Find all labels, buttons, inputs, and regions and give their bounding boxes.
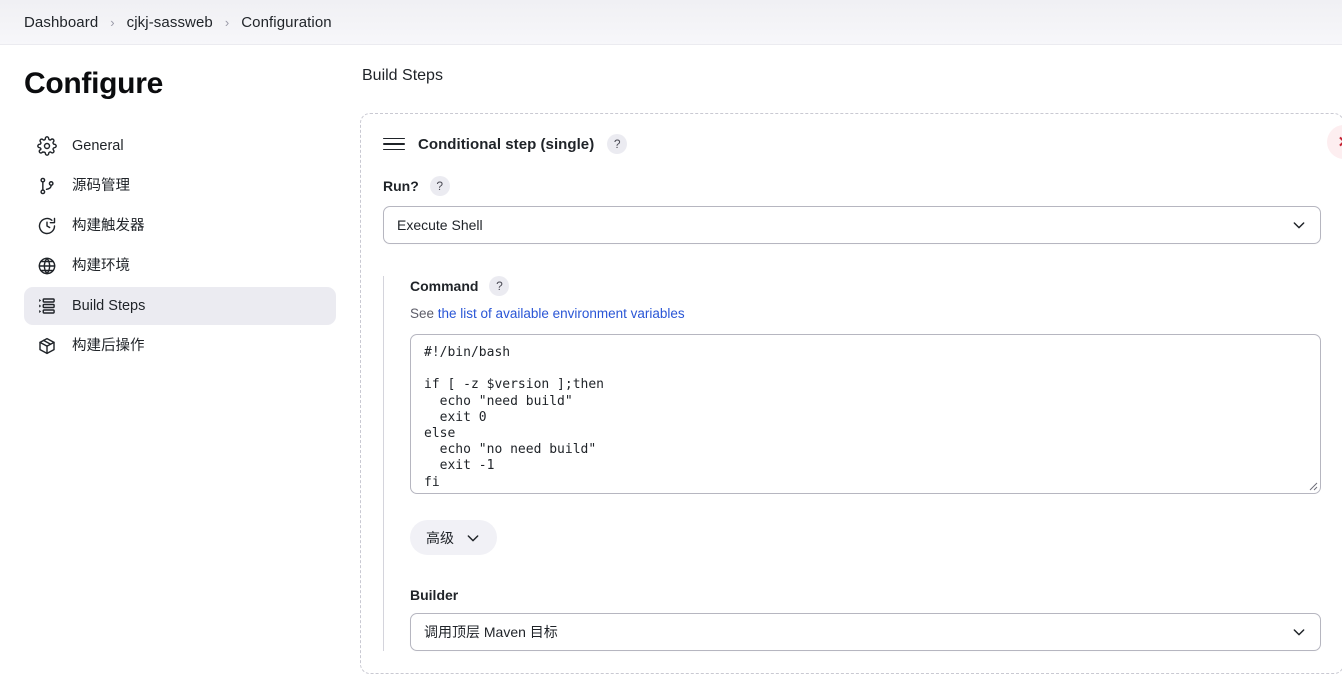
drag-handle-icon[interactable]	[383, 136, 405, 152]
chevron-down-icon	[1293, 222, 1305, 229]
chevron-down-icon	[1293, 629, 1305, 636]
sidebar-item-label: General	[72, 137, 124, 154]
run-condition-select[interactable]: Execute Shell	[383, 206, 1321, 244]
help-icon[interactable]: ?	[429, 176, 450, 196]
sidebar-item-label: 源码管理	[72, 177, 130, 194]
main-content: Build Steps ✕ Conditional step (single) …	[360, 45, 1342, 687]
breadcrumb-item-configuration[interactable]: Configuration	[241, 14, 332, 31]
builder-label-row: Builder	[410, 587, 1321, 603]
sidebar: Configure General 源码管理 构建触发器 构建环境 Build …	[0, 45, 360, 687]
globe-icon	[36, 256, 57, 277]
builder-select[interactable]: 调用顶层 Maven 目标	[410, 613, 1321, 651]
sidebar-item-label: Build Steps	[72, 297, 146, 314]
command-section: Command ? See the list of available envi…	[383, 276, 1321, 651]
build-step-header: Conditional step (single) ?	[383, 134, 1321, 154]
run-condition-value: Execute Shell	[397, 217, 483, 233]
advanced-label: 高级	[426, 529, 454, 546]
package-icon	[36, 336, 57, 357]
gear-icon	[36, 136, 57, 157]
command-label: Command	[410, 278, 479, 294]
builder-label: Builder	[410, 587, 459, 603]
command-textarea-wrap: #!/bin/bash if [ -z $version ];then echo…	[410, 334, 1321, 494]
delete-step-button[interactable]: ✕	[1327, 125, 1342, 159]
advanced-toggle-button[interactable]: 高级	[410, 520, 497, 555]
sidebar-item-build-environment[interactable]: 构建环境	[24, 247, 336, 285]
env-variables-hint: See the list of available environment va…	[410, 306, 1321, 321]
breadcrumb-item-dashboard[interactable]: Dashboard	[24, 14, 98, 31]
breadcrumb-item-project[interactable]: cjkj-sassweb	[127, 14, 213, 31]
sidebar-item-label: 构建环境	[72, 257, 130, 274]
env-hint-prefix: See	[410, 306, 438, 321]
git-branch-icon	[36, 176, 57, 197]
chevron-down-icon	[467, 534, 479, 541]
breadcrumb-bar: Dashboard › cjkj-sassweb › Configuration	[0, 0, 1342, 45]
help-icon[interactable]: ?	[489, 276, 510, 296]
build-step-card: ✕ Conditional step (single) ? Run? ? Exe…	[360, 113, 1342, 674]
list-icon	[36, 296, 57, 317]
sidebar-item-build-steps[interactable]: Build Steps	[24, 287, 336, 325]
command-textarea[interactable]: #!/bin/bash if [ -z $version ];then echo…	[410, 334, 1321, 494]
breadcrumb-separator-icon: ›	[110, 14, 115, 30]
sidebar-item-build-triggers[interactable]: 构建触发器	[24, 207, 336, 245]
builder-section: Builder 调用顶层 Maven 目标	[410, 587, 1321, 651]
clock-icon	[36, 216, 57, 237]
breadcrumb-separator-icon: ›	[224, 14, 230, 30]
sidebar-item-label: 构建触发器	[72, 217, 145, 234]
section-title: Build Steps	[362, 67, 443, 84]
run-label: Run?	[383, 178, 419, 194]
sidebar-item-general[interactable]: General	[24, 127, 336, 165]
builder-value: 调用顶层 Maven 目标	[424, 624, 558, 640]
sidebar-nav: General 源码管理 构建触发器 构建环境 Build Steps 构建后操…	[24, 127, 336, 365]
sidebar-item-label: 构建后操作	[72, 337, 145, 354]
command-label-row: Command ?	[410, 276, 1321, 296]
env-variables-link[interactable]: the list of available environment variab…	[438, 306, 685, 321]
build-step-title: Conditional step (single)	[418, 135, 595, 153]
page-title: Configure	[24, 67, 163, 100]
sidebar-item-scm[interactable]: 源码管理	[24, 167, 336, 205]
sidebar-item-post-build-actions[interactable]: 构建后操作	[24, 327, 336, 365]
help-icon[interactable]: ?	[607, 134, 628, 154]
page-body: Configure General 源码管理 构建触发器 构建环境 Build …	[0, 45, 1342, 687]
run-field-label-row: Run? ?	[383, 176, 1321, 196]
